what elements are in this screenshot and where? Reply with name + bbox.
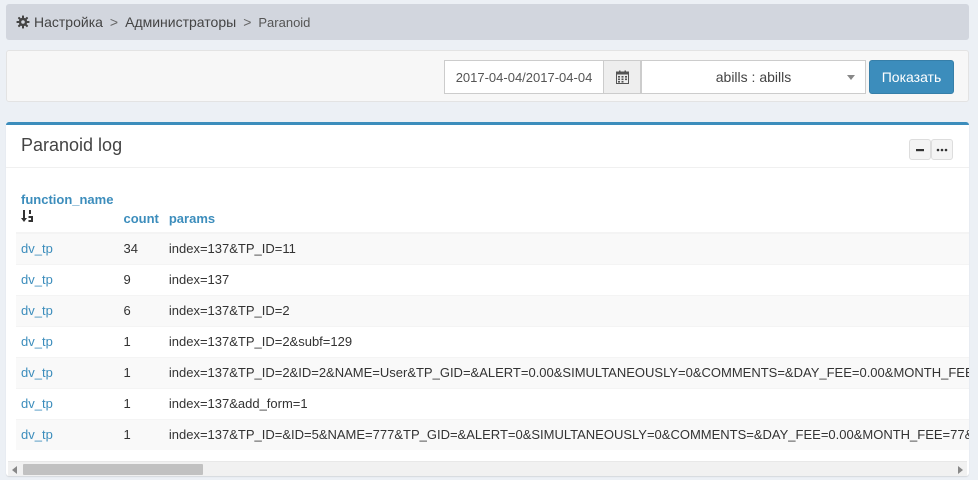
column-header-function-name[interactable]: function_name — [16, 182, 119, 234]
scroll-right-arrow-icon[interactable] — [958, 466, 963, 474]
sort-numeric-desc-icon[interactable] — [21, 209, 35, 223]
more-options-button[interactable] — [931, 139, 953, 160]
minus-icon — [916, 148, 924, 151]
cell-params: index=137&TP_ID=11 — [163, 232, 969, 264]
table-row: dv_tp 1 index=137&TP_ID=2&ID=2&NAME=User… — [16, 356, 969, 388]
table-header-row: function_name count params — [16, 182, 969, 234]
calendar-button[interactable] — [603, 60, 641, 94]
cell-count: 9 — [118, 263, 164, 295]
filter-panel: 2017-04-04/2017-04-04 abills : abills По… — [6, 50, 969, 102]
box-title: Paranoid log — [21, 135, 123, 155]
cell-function-name[interactable]: dv_tp — [16, 356, 119, 388]
date-range-input[interactable]: 2017-04-04/2017-04-04 — [444, 60, 603, 94]
cell-function-name[interactable]: dv_tp — [16, 263, 119, 295]
breadcrumb-item-paranoid: Paranoid — [258, 14, 311, 30]
paranoid-log-box: Paranoid log function_name count params … — [6, 122, 969, 476]
column-header-params[interactable]: params — [163, 182, 969, 234]
breadcrumb-item-admins[interactable]: Администраторы — [125, 14, 236, 30]
table-row: dv_tp 34 index=137&TP_ID=11 — [16, 232, 969, 264]
function-name-link[interactable]: dv_tp — [21, 427, 53, 442]
cell-params: index=137&TP_ID=2&ID=2&NAME=User&TP_GID=… — [163, 356, 969, 388]
function-name-link[interactable]: dv_tp — [21, 241, 53, 256]
cell-count: 6 — [118, 294, 164, 326]
cell-function-name[interactable]: dv_tp — [16, 418, 119, 450]
log-table: function_name count params dv_tp 34 inde… — [16, 182, 969, 450]
breadcrumb-separator: > — [109, 14, 119, 30]
cell-count: 1 — [118, 356, 164, 388]
function-name-link[interactable]: dv_tp — [21, 334, 53, 349]
cell-params: index=137&TP_ID=2&subf=129 — [163, 325, 969, 357]
cell-function-name[interactable]: dv_tp — [16, 294, 119, 326]
chevron-down-icon — [847, 75, 855, 80]
breadcrumb-separator: > — [243, 14, 252, 30]
column-header-count[interactable]: count — [118, 182, 164, 234]
gear-icon — [16, 15, 30, 29]
function-name-link[interactable]: dv_tp — [21, 365, 53, 380]
show-button[interactable]: Показать — [869, 60, 954, 94]
function-name-link[interactable]: dv_tp — [21, 272, 53, 287]
function-name-link[interactable]: dv_tp — [21, 396, 53, 411]
table-row: dv_tp 1 index=137&add_form=1 — [16, 387, 969, 419]
cell-params: index=137&add_form=1 — [163, 387, 969, 419]
cell-params: index=137&TP_ID=2 — [163, 294, 969, 326]
cell-function-name[interactable]: dv_tp — [16, 325, 119, 357]
scroll-left-arrow-icon[interactable] — [12, 466, 17, 474]
table-row: dv_tp 6 index=137&TP_ID=2 — [16, 294, 969, 326]
table-row: dv_tp 1 index=137&TP_ID=2&subf=129 — [16, 325, 969, 357]
cell-count: 34 — [118, 232, 164, 264]
cell-params: index=137&TP_ID=&ID=5&NAME=777&TP_GID=&A… — [163, 418, 969, 450]
admin-select[interactable]: abills : abills — [641, 60, 866, 94]
log-table-wrapper: function_name count params dv_tp 34 inde… — [16, 182, 969, 462]
column-label-function-name[interactable]: function_name — [21, 192, 113, 207]
horizontal-scrollbar[interactable] — [8, 461, 967, 476]
cell-function-name[interactable]: dv_tp — [16, 387, 119, 419]
cell-count: 1 — [118, 387, 164, 419]
collapse-button[interactable] — [909, 139, 931, 160]
box-header: Paranoid log — [6, 125, 969, 168]
breadcrumb: Настройка > Администраторы > Paranoid — [6, 4, 969, 40]
cell-count: 1 — [118, 418, 164, 450]
scrollbar-thumb[interactable] — [23, 464, 203, 475]
table-row: dv_tp 1 index=137&TP_ID=&ID=5&NAME=777&T… — [16, 418, 969, 450]
calendar-icon — [615, 70, 629, 84]
admin-select-value: abills : abills — [715, 69, 792, 85]
function-name-link[interactable]: dv_tp — [21, 303, 53, 318]
breadcrumb-item-settings[interactable]: Настройка — [34, 14, 103, 30]
table-row: dv_tp 9 index=137 — [16, 263, 969, 295]
cell-function-name[interactable]: dv_tp — [16, 232, 119, 264]
cell-count: 1 — [118, 325, 164, 357]
ellipsis-icon — [936, 148, 948, 151]
cell-params: index=137 — [163, 263, 969, 295]
